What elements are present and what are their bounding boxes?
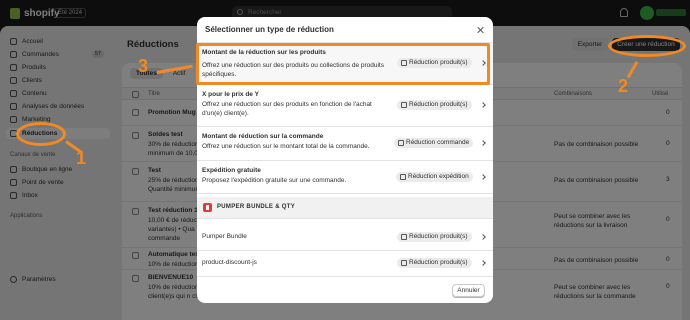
chevron-right-icon xyxy=(480,174,486,180)
option-pumper-bundle[interactable]: Pumper Bundle Réduction produit(s) xyxy=(197,223,493,251)
tag-icon xyxy=(401,102,407,108)
option-type-pill: Réduction produit(s) xyxy=(397,100,472,110)
option-type-pill: Réduction produit(s) xyxy=(397,258,472,268)
option-description: Offrez une réduction sur des produits en… xyxy=(202,101,372,117)
close-icon[interactable] xyxy=(477,26,485,34)
annotation-step-2: 2 xyxy=(618,76,629,96)
pumper-app-logo-icon xyxy=(203,203,212,212)
app-section-name: PUMPER BUNDLE & QTY xyxy=(217,204,296,210)
tag-icon xyxy=(401,234,407,240)
pill-label: Réduction produit(s) xyxy=(409,101,468,108)
option-title: X pour le prix de Y xyxy=(202,91,259,98)
annotation-ring-discounts xyxy=(16,122,66,146)
chevron-right-icon xyxy=(480,140,486,146)
annotation-ring-create xyxy=(608,35,686,57)
annotation-step-3: 3 xyxy=(138,56,149,76)
modal-footer: Annuler xyxy=(197,276,493,303)
option-buy-x-get-y[interactable]: X pour le prix de Y Offrez une réduction… xyxy=(197,85,493,127)
pill-label: Réduction commande xyxy=(406,139,470,146)
modal-title: Sélectionner un type de réduction xyxy=(205,25,334,34)
modal-header: Sélectionner un type de réduction xyxy=(197,17,493,43)
option-title: Expédition gratuite xyxy=(202,167,261,174)
chevron-right-icon xyxy=(480,260,486,266)
option-type-pill: Réduction commande xyxy=(394,138,474,148)
option-description: Proposez l'expédition gratuite sur une c… xyxy=(202,177,347,184)
chevron-right-icon xyxy=(480,234,486,240)
pill-label: Réduction produit(s) xyxy=(409,233,468,240)
option-type-pill: Réduction produit(s) xyxy=(397,232,472,242)
option-title: Montant de réduction sur la commande xyxy=(202,133,324,140)
option-title: Pumper Bundle xyxy=(202,233,247,240)
receipt-icon xyxy=(398,140,404,146)
cancel-button[interactable]: Annuler xyxy=(452,284,485,297)
option-order-discount[interactable]: Montant de réduction sur la commande Off… xyxy=(197,127,493,161)
app-section-header: PUMPER BUNDLE & QTY xyxy=(197,197,493,219)
option-title: product-discount-js xyxy=(202,259,257,266)
option-type-pill: Réduction expédition xyxy=(396,172,473,182)
chevron-right-icon xyxy=(480,102,486,108)
annotation-step-1: 1 xyxy=(76,148,87,168)
annotation-highlight-box xyxy=(196,43,490,85)
pill-label: Réduction expédition xyxy=(408,173,469,180)
tag-icon xyxy=(401,260,407,266)
option-free-shipping[interactable]: Expédition gratuite Proposez l'expéditio… xyxy=(197,161,493,194)
truck-icon xyxy=(400,174,406,180)
pill-label: Réduction produit(s) xyxy=(409,259,468,266)
option-description: Offrez une réduction sur le montant tota… xyxy=(202,143,370,150)
option-product-discount-js[interactable]: product-discount-js Réduction produit(s) xyxy=(197,251,493,276)
